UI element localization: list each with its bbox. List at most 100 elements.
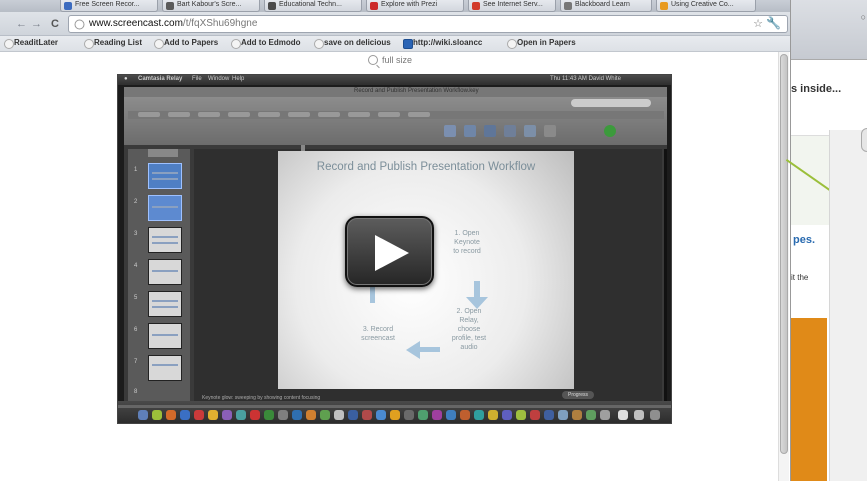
slide-title: Record and Publish Presentation Workflow [316,161,536,173]
slide-thumbnail [148,259,182,285]
slide-thumbnail [148,355,182,381]
app-icon [292,410,302,420]
forward-button[interactable]: → [31,17,42,31]
tab-7[interactable]: Using Creative Co... [656,0,756,12]
mac-menu-item: File [192,76,202,82]
app-icon [460,410,470,420]
bookmark-reading-list[interactable]: Reading List [84,38,142,49]
app-icon [558,410,568,420]
tab-2[interactable]: Bart Kabour's Scre... [162,0,260,12]
documents-icon [618,410,628,420]
magnifier-icon [368,55,378,65]
slide-thumbnail [148,227,182,253]
slide-thumbnail [148,323,182,349]
app-icon [152,410,162,420]
tab-favicon [564,2,572,10]
app-icon [334,410,344,420]
mac-menu-item: Window [208,76,230,82]
keynote-ribbon [128,111,664,119]
tab-favicon [472,2,480,10]
app-icon [264,410,274,420]
app-icon [516,410,526,420]
address-bar[interactable]: www.screencast.com/t/fqXShu69hgne ☆ 🔧 [68,15,788,33]
app-icon [362,410,372,420]
app-icon [446,410,456,420]
tab-1[interactable]: Free Screen Recor... [60,0,158,12]
mac-menu-item: Help [232,76,245,82]
reload-button[interactable]: C [51,17,59,31]
app-icon [502,410,512,420]
mac-menu-item: Camtasia Relay [138,76,183,82]
arrow-left-head-icon [406,341,420,359]
app-icon [222,410,232,420]
workflow-step-1: 1. Open Keynote to record [453,230,481,255]
tab-5[interactable]: See Internet Serv... [468,0,556,12]
tab-4[interactable]: Explore with Prezi [366,0,464,12]
bookmark-star-icon[interactable]: ☆ [753,17,763,30]
text-icon [444,125,456,137]
app-icon [166,410,176,420]
background-sidebar [829,130,867,481]
shapes-icon [464,125,476,137]
app-icon [586,410,596,420]
play-button[interactable] [345,216,434,287]
tab-6[interactable]: Blackboard Learn [560,0,652,12]
app-icon [180,410,190,420]
trash-icon [650,410,660,420]
app-icon [488,410,498,420]
keynote-toolbar [124,97,667,145]
apple-icon: ● [124,76,128,82]
app-icon [530,410,540,420]
mac-clock: Thu 11:43 AM David White [550,76,621,82]
media-icon [524,125,536,137]
bookmark-open-in-papers[interactable]: Open in Papers [507,38,576,49]
app-icon [572,410,582,420]
table-icon [504,125,516,137]
workflow-step-3: 3. Record screencast [361,326,395,342]
page-scrollbar[interactable] [778,52,789,481]
window-edge [664,149,667,401]
app-icon [390,410,400,420]
mac-menu-bar: ● Camtasia Relay File Window Help Thu 11… [118,75,671,85]
bookmark-add-to-papers[interactable]: Add to Papers [154,38,218,49]
tab-favicon [64,2,72,10]
app-icon [418,410,428,420]
bookmark-readitlater[interactable]: ReaditLater [4,38,58,49]
video-player[interactable]: ● Camtasia Relay File Window Help Thu 11… [117,74,672,424]
background-text: it the [791,273,809,282]
app-icon [320,410,330,420]
progress-label: Progress [562,391,594,399]
wrench-icon[interactable]: 🔧 [766,16,781,30]
app-icon [432,410,442,420]
app-icon [306,410,316,420]
background-window-toolbar: ○ [791,0,867,60]
bookmark-save-on-delicious[interactable]: save on delicious [314,38,391,49]
back-button[interactable]: ← [16,17,27,31]
mac-dock [118,401,671,423]
background-button [861,128,867,152]
background-orange-panel [791,318,827,481]
page-scrollbar-thumb[interactable] [780,54,788,454]
play-slideshow-icon [604,125,616,137]
tab-favicon [268,2,276,10]
slide-thumbnail [148,195,182,221]
app-icon [250,410,260,420]
keynote-search-field [571,99,651,107]
app-icon [600,410,610,420]
tab-3[interactable]: Educational Techn... [264,0,362,12]
app-icon [208,410,218,420]
app-icon [376,410,386,420]
app-icon [194,410,204,420]
finder-icon [138,410,148,420]
play-icon [375,235,409,271]
background-text: s inside... [791,83,842,95]
workflow-step-2: 2. Open Relay, choose profile, test audi… [451,308,487,351]
background-heading: pes. [793,234,816,246]
bookmark-add-to-edmodo[interactable]: Add to Edmodo [231,38,301,49]
tab-favicon [370,2,378,10]
bookmark-wiki-sloancc[interactable]: http://wiki.sloancc [403,38,482,49]
url-text: www.screencast.com/t/fqXShu69hgne [89,18,258,29]
arrow-left [418,347,440,352]
arrow-down-head-icon [466,297,488,309]
full-size-link[interactable]: full size [368,55,412,65]
